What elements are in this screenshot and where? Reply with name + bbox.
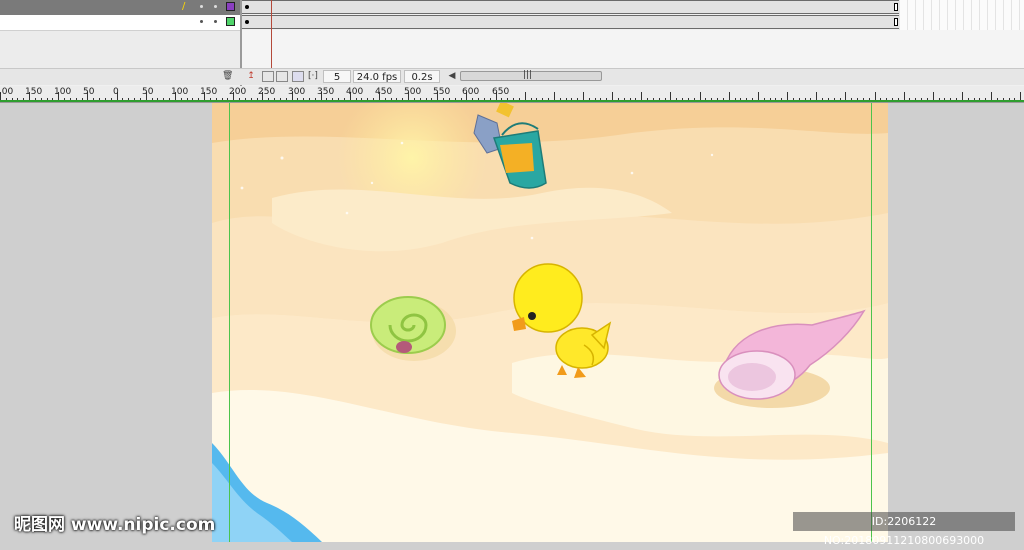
end-frame-marker[interactable] (894, 18, 898, 26)
visibility-dot-icon[interactable] (200, 5, 203, 8)
ruler-label: 600 (462, 87, 480, 97)
ruler-label: 550 (433, 87, 451, 97)
pencil-icon: / (182, 1, 186, 12)
scroll-left-arrow-icon[interactable]: ◀ (448, 71, 456, 82)
center-frame-icon[interactable]: ↥ (246, 71, 256, 82)
layer-row[interactable] (0, 15, 240, 31)
ruler-label: 400 (346, 87, 364, 97)
ruler-guide-line (0, 100, 1024, 102)
current-frame-field[interactable]: 5 (323, 70, 351, 83)
modify-markers-icon[interactable]: [·] (308, 71, 318, 82)
ruler-label: 300 (288, 87, 306, 97)
ruler-label: 0 (113, 87, 119, 97)
layer-list-empty-area (0, 31, 240, 68)
ruler-label: 100 (0, 87, 14, 97)
ruler-label: 50 (142, 87, 154, 97)
ruler-label: 500 (404, 87, 422, 97)
stage-canvas[interactable] (212, 103, 888, 542)
ruler-label: 200 (229, 87, 247, 97)
frame-grid[interactable] (899, 0, 1024, 30)
horizontal-ruler: 1001501005005010015020025030035040045050… (0, 86, 1024, 103)
stage-guide-left[interactable] (229, 103, 230, 542)
beach-scene (212, 103, 888, 542)
onion-skin-outlines-icon[interactable] (276, 71, 288, 82)
lock-dot-icon[interactable] (214, 5, 217, 8)
ruler-label: 150 (200, 87, 218, 97)
end-frame-marker[interactable] (894, 3, 898, 11)
onion-skin-icon[interactable] (262, 71, 274, 82)
frame-track[interactable] (242, 0, 899, 14)
ruler-label: 100 (54, 87, 72, 97)
lock-dot-icon[interactable] (214, 20, 217, 23)
elapsed-time-field: 0.2s (404, 70, 440, 83)
ruler-label: 650 (492, 87, 510, 97)
frame-empty-area (242, 30, 1024, 68)
layer-row-active[interactable]: / (0, 0, 240, 15)
layer-outline-color-swatch[interactable] (226, 2, 235, 11)
stage-guide-right[interactable] (871, 103, 872, 542)
ruler-label: 50 (83, 87, 95, 97)
frame-track[interactable] (242, 15, 899, 29)
keyframe-dot[interactable] (245, 5, 249, 9)
scroll-grip-icon[interactable]: ||| (523, 70, 532, 80)
ruler-label: 450 (375, 87, 393, 97)
ruler-label: 100 (171, 87, 189, 97)
keyframe-dot[interactable] (245, 20, 249, 24)
visibility-dot-icon[interactable] (200, 20, 203, 23)
ruler-label: 350 (317, 87, 335, 97)
frame-rate-field[interactable]: 24.0 fps (353, 70, 401, 83)
layer-outline-color-swatch[interactable] (226, 17, 235, 26)
playhead[interactable] (271, 0, 272, 68)
edit-multiple-frames-icon[interactable] (292, 71, 304, 82)
timeline-status-bar: 🗑 ↥ [·] 5 24.0 fps 0.2s ◀ ||| (0, 68, 1024, 85)
image-id-badge: ID:2206122 NO:20180911210800693000 (793, 512, 1015, 547)
site-watermark: 昵图网 www.nipic.com (14, 515, 216, 535)
ruler-label: 250 (258, 87, 276, 97)
trash-icon[interactable]: 🗑 (222, 71, 233, 82)
ruler-label: 150 (25, 87, 43, 97)
timeline-scrollbar[interactable]: ||| (460, 70, 602, 81)
